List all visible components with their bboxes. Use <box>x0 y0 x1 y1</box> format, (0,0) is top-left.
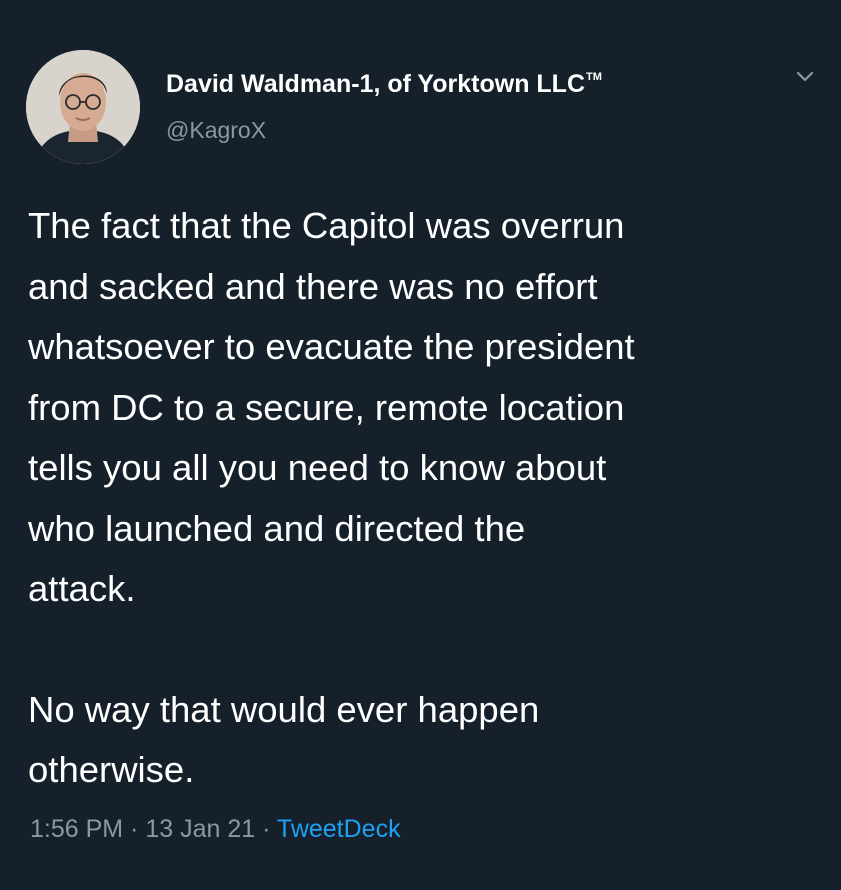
trademark-mark: TM <box>586 71 602 83</box>
tweet-line: The fact that the Capitol was overrun <box>28 205 625 246</box>
tweet-line: otherwise. <box>28 749 195 790</box>
chevron-down-icon[interactable] <box>790 62 820 92</box>
avatar-image <box>26 50 140 164</box>
meta-separator: · <box>255 815 277 843</box>
tweet-line: No way that would ever happen <box>28 688 540 730</box>
tweet-line: tells you all you need to know about <box>28 447 607 488</box>
tweet-line: who launched and directed the <box>28 507 526 549</box>
tweet-line: and sacked and there was no effort <box>28 265 598 307</box>
tweet-line: attack. <box>28 568 136 609</box>
meta-separator: · <box>123 815 146 843</box>
author-display-name[interactable]: David Waldman-1, of Yorktown LLCTM <box>166 70 602 99</box>
tweet-line: whatsoever to evacuate the president <box>28 326 635 367</box>
tweet-source-link[interactable]: TweetDeck <box>277 815 401 843</box>
avatar[interactable] <box>26 50 140 164</box>
tweet-card: David Waldman-1, of Yorktown LLCTM @Kagr… <box>0 0 841 890</box>
tweet-meta: 1:56 PM · 13 Jan 21 · TweetDeck <box>30 815 401 844</box>
tweet-line: from DC to a secure, remote location <box>28 386 625 428</box>
tweet-date[interactable]: 13 Jan 21 <box>145 815 255 843</box>
tweet-text: The fact that the Capitol was overrun an… <box>28 196 828 801</box>
author-handle[interactable]: @KagroX <box>166 117 266 144</box>
tweet-time[interactable]: 1:56 PM <box>30 815 123 843</box>
author-name-text: David Waldman-1, of Yorktown LLC <box>166 70 586 98</box>
